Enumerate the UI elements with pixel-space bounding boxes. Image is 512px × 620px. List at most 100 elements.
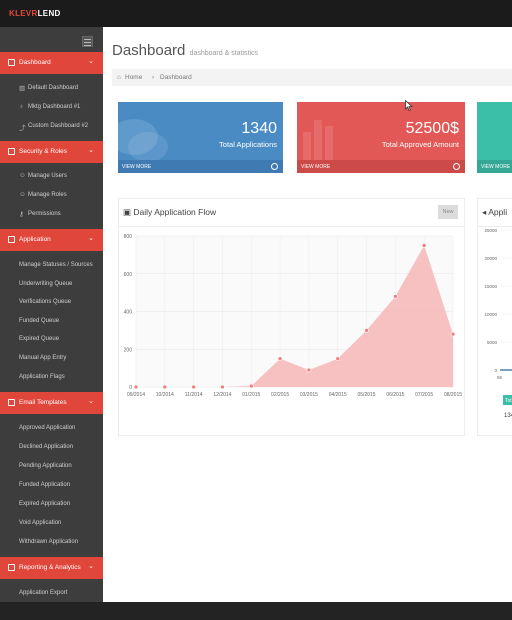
sidebar-item-verifications-queue[interactable]: Verifications Queue (0, 293, 103, 312)
x-tick-label: 12/2014 (213, 392, 231, 398)
app-logo[interactable]: KLEVRLEND (9, 9, 61, 18)
sidebar-item-manage-users[interactable]: ☺ Manage Users (0, 167, 103, 186)
sidebar-section-email-templates[interactable]: Email Templates ⌄ (0, 392, 103, 414)
users-icon: ☺ (19, 172, 26, 179)
x-tick-label: 11/2014 (185, 392, 203, 398)
x-tick-label: 04/2015 (329, 392, 347, 398)
briefcase-icon (8, 59, 15, 66)
new-button[interactable]: New (438, 205, 458, 219)
view-more-link[interactable]: VIEW MORE (297, 160, 465, 173)
sidebar-item-pending-application[interactable]: Pending Application (0, 457, 103, 476)
legend-value: 134 (504, 413, 512, 419)
legend-badge-label: Tot (505, 398, 512, 404)
footer-bar (0, 602, 512, 620)
sidebar-section-dashboard[interactable]: Dashboard ⌄ (0, 52, 103, 74)
sidebar-section-security[interactable]: Security & Roles ⌄ (0, 141, 103, 163)
bullhorn-icon: ◂ (482, 207, 487, 217)
data-point[interactable] (162, 384, 168, 390)
sidebar-item-custom-dashboard[interactable]: ⤴ Custom Dashboard #2 (0, 117, 103, 136)
y-tick-label: 25000 (484, 228, 497, 233)
sidebar-toggle-icon[interactable] (82, 36, 93, 47)
y-tick-label: 20000 (484, 256, 497, 261)
stat-tile-approved-amount: 52500$ Total Approved Amount VIEW MORE (297, 102, 465, 173)
sidebar-item-void-application[interactable]: Void Application (0, 514, 103, 533)
sidebar-section-application[interactable]: Application ⌄ (0, 229, 103, 251)
home-icon: ⌂ (117, 74, 121, 81)
y-tick-label: 600 (124, 272, 133, 278)
sidebar-item-manage-statuses[interactable]: Manage Statuses / Sources (0, 256, 103, 275)
top-navbar: KLEVRLEND (0, 0, 512, 27)
view-more-link[interactable]: VIEW MORE (477, 160, 512, 173)
y-tick-label: 400 (124, 310, 133, 316)
sidebar-item-mktg-dashboard[interactable]: ♁ Mktg Dashboard #1 (0, 98, 103, 117)
tile-value: 52500$ (405, 120, 459, 137)
x-tick-label: 59 (497, 375, 503, 380)
y-tick-label: 10000 (484, 312, 497, 317)
y-tick-label: 0 (129, 385, 132, 391)
picture-icon: ▣ (123, 207, 132, 217)
y-tick-label: 0 (494, 368, 497, 373)
sidebar-section-reporting[interactable]: Reporting & Analytics ⌄ (0, 557, 103, 579)
data-point[interactable] (277, 356, 283, 362)
daily-application-flow-panel: ▣ Daily Application Flow New 09/2014 10/2… (118, 198, 465, 436)
x-tick-label: 06/2015 (386, 392, 404, 398)
breadcrumb: ⌂ Home › Dashboard (112, 69, 512, 86)
data-point[interactable] (191, 384, 196, 390)
y-tick-label: 15000 (484, 284, 497, 289)
chevron-down-icon: ⌄ (88, 563, 94, 570)
data-point[interactable] (450, 331, 456, 337)
bar[interactable] (500, 369, 512, 371)
sidebar-item-manual-app-entry[interactable]: Manual App Entry (0, 349, 103, 368)
sidebar-item-funded-application[interactable]: Funded Application (0, 476, 103, 495)
x-tick-label: 07/2015 (415, 392, 433, 398)
x-tick-label: 05/2015 (358, 392, 376, 398)
key-icon: ⚷ (19, 211, 24, 218)
y-tick-label: 200 (124, 347, 133, 353)
stat-tile-third: VIEW MORE (477, 102, 512, 173)
sidebar-item-underwriting-queue[interactable]: Underwriting Queue (0, 275, 103, 294)
main-content: Dashboard dashboard & statistics ⌂ Home … (103, 27, 512, 602)
sidebar-item-funded-queue[interactable]: Funded Queue (0, 312, 103, 331)
sidebar: Dashboard ⌄ ▥ Default Dashboard ♁ Mktg Das… (0, 27, 103, 602)
briefcase-icon (8, 399, 15, 406)
sidebar-item-permissions[interactable]: ⚷ Permissions (0, 205, 103, 224)
sidebar-item-approved-application[interactable]: Approved Application (0, 419, 103, 438)
sidebar-item-default-dashboard[interactable]: ▥ Default Dashboard (0, 79, 103, 98)
briefcase-icon (8, 564, 15, 571)
sidebar-item-application-export[interactable]: Application Export (0, 584, 103, 602)
tile-value: 1340 (241, 120, 277, 137)
x-tick-label: 10/2014 (156, 392, 174, 398)
sidebar-item-declined-application[interactable]: Declined Application (0, 438, 103, 457)
sidebar-item-application-flags[interactable]: Application Flags (0, 368, 103, 387)
sidebar-item-expired-queue[interactable]: Expired Queue (0, 330, 103, 349)
panel-title: ▣ Daily Application Flow (123, 207, 217, 217)
breadcrumb-home[interactable]: Home (125, 74, 142, 81)
page-title: Dashboard dashboard & statistics (112, 42, 259, 59)
roles-icon: ☺ (19, 191, 26, 198)
data-point[interactable] (220, 384, 225, 390)
chevron-down-icon: ⌄ (88, 398, 94, 405)
data-point[interactable] (393, 294, 398, 299)
x-tick-label: 01/2015 (242, 392, 260, 398)
sidebar-item-withdrawn-application[interactable]: Withdrawn Application (0, 533, 103, 552)
data-point[interactable] (335, 356, 341, 362)
y-tick-label: 800 (124, 234, 133, 240)
data-point[interactable] (248, 383, 254, 389)
sidebar-item-manage-roles[interactable]: ☺ Manage Roles (0, 186, 103, 205)
sidebar-item-expired-application[interactable]: Expired Application (0, 495, 103, 514)
chevron-down-icon: ⌄ (88, 147, 94, 154)
y-tick-label: 5000 (487, 340, 498, 345)
trend-line-icon: ⤴ (19, 125, 26, 132)
x-tick-label: 03/2015 (300, 392, 318, 398)
data-point[interactable] (364, 328, 369, 333)
x-tick-label: 09/2014 (127, 392, 145, 398)
view-more-link[interactable]: VIEW MORE (118, 160, 283, 173)
mouse-cursor-icon (405, 99, 413, 117)
data-point[interactable] (306, 367, 312, 373)
breadcrumb-current: Dashboard (160, 74, 192, 81)
tile-caption: Total Approved Amount (381, 140, 459, 149)
chevron-down-icon: ⌄ (88, 235, 94, 242)
data-point[interactable] (133, 384, 139, 390)
map-pin-icon: ♁ (19, 103, 24, 110)
data-point[interactable] (421, 243, 427, 248)
